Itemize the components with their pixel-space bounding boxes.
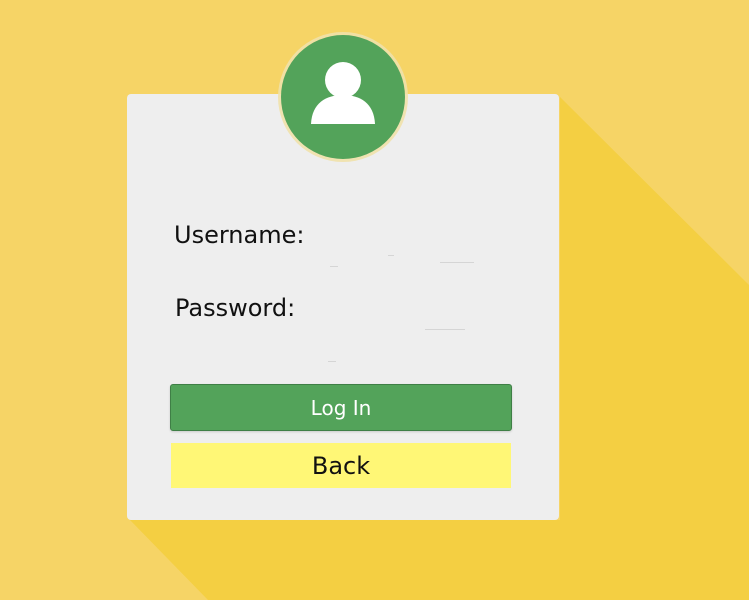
username-label: Username: [174, 221, 305, 249]
password-input[interactable] [318, 300, 492, 326]
user-avatar [281, 35, 405, 159]
username-input[interactable] [318, 228, 492, 254]
field-artifact [328, 361, 336, 362]
field-artifact [330, 266, 338, 267]
login-button[interactable]: Log In [170, 384, 512, 431]
password-label: Password: [175, 294, 296, 322]
back-button[interactable]: Back [171, 443, 511, 488]
field-artifact [440, 262, 474, 263]
field-artifact [425, 329, 465, 330]
user-icon [311, 62, 375, 124]
field-artifact [388, 255, 394, 256]
